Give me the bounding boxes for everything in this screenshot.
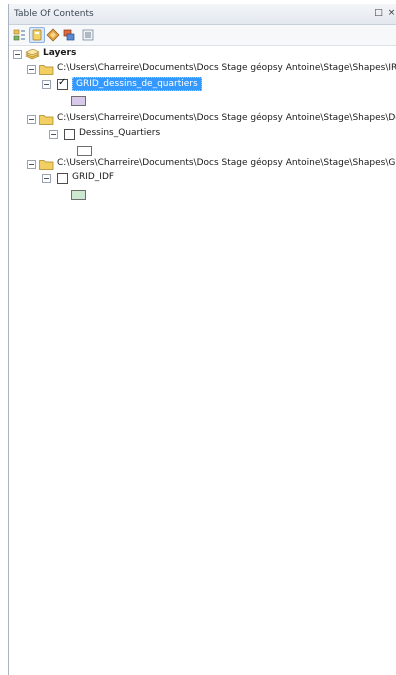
collapse-toggle[interactable] [42, 80, 51, 89]
close-button[interactable]: × [386, 8, 396, 19]
tree-row-symbol [9, 188, 109, 202]
folder-icon [39, 64, 54, 75]
list-by-source-icon[interactable] [29, 27, 45, 43]
layer-visibility-checkbox[interactable] [57, 173, 68, 184]
panel-title: Table Of Contents [14, 9, 94, 19]
source-path-label: C:\Users\Charreire\Documents\Docs Stage … [57, 63, 396, 73]
tree-row-layer[interactable]: ✓ GRID_dessins_de_quartiers [9, 77, 389, 92]
collapse-toggle[interactable] [42, 174, 51, 183]
layer-name-label[interactable]: GRID_dessins_de_quartiers [72, 77, 202, 91]
source-path-label: C:\Users\Charreire\Documents\Docs Stage … [57, 158, 396, 168]
tree-row-layer[interactable]: Dessins_Quartiers [9, 128, 389, 142]
list-by-drawing-order-icon[interactable] [13, 28, 27, 42]
folder-icon [39, 114, 54, 125]
layer-symbol-swatch [77, 146, 92, 156]
list-by-selection-icon[interactable] [62, 28, 76, 42]
table-of-contents-panel: Table Of Contents □ × Layers C:\Users\Ch… [8, 4, 396, 675]
collapse-toggle[interactable] [13, 50, 22, 59]
tree-row-source-group[interactable]: C:\Users\Charreire\Documents\Docs Stage … [9, 113, 396, 127]
toc-toolbar [9, 25, 396, 46]
auto-hide-pin-button[interactable]: □ [373, 8, 384, 19]
folder-icon [39, 159, 54, 170]
source-path-label: C:\Users\Charreire\Documents\Docs Stage … [57, 113, 396, 123]
layers-root-label: Layers [43, 48, 77, 58]
layer-symbol-swatch [71, 96, 86, 106]
layer-visibility-checkbox[interactable]: ✓ [57, 77, 68, 90]
options-icon[interactable] [81, 28, 95, 42]
layer-symbol-swatch [71, 190, 86, 200]
tree-row-symbol [9, 144, 109, 158]
tree-row-symbol [9, 94, 109, 108]
layer-visibility-checkbox[interactable] [64, 129, 75, 140]
tree-row-layers[interactable]: Layers [9, 48, 389, 62]
checkmark-icon: ✓ [58, 77, 67, 88]
tree-row-source-group[interactable]: C:\Users\Charreire\Documents\Docs Stage … [9, 63, 396, 77]
collapse-toggle[interactable] [49, 130, 58, 139]
collapse-toggle[interactable] [27, 115, 36, 124]
tree-row-layer[interactable]: GRID_IDF [9, 172, 389, 186]
collapse-toggle[interactable] [27, 65, 36, 74]
layer-name-label[interactable]: GRID_IDF [72, 172, 114, 182]
tree-row-source-group[interactable]: C:\Users\Charreire\Documents\Docs Stage … [9, 158, 396, 172]
collapse-toggle[interactable] [27, 160, 36, 169]
list-by-visibility-icon[interactable] [46, 28, 60, 42]
layers-icon [25, 48, 40, 60]
panel-titlebar: Table Of Contents □ × [9, 4, 396, 25]
layer-name-label[interactable]: Dessins_Quartiers [79, 128, 160, 138]
